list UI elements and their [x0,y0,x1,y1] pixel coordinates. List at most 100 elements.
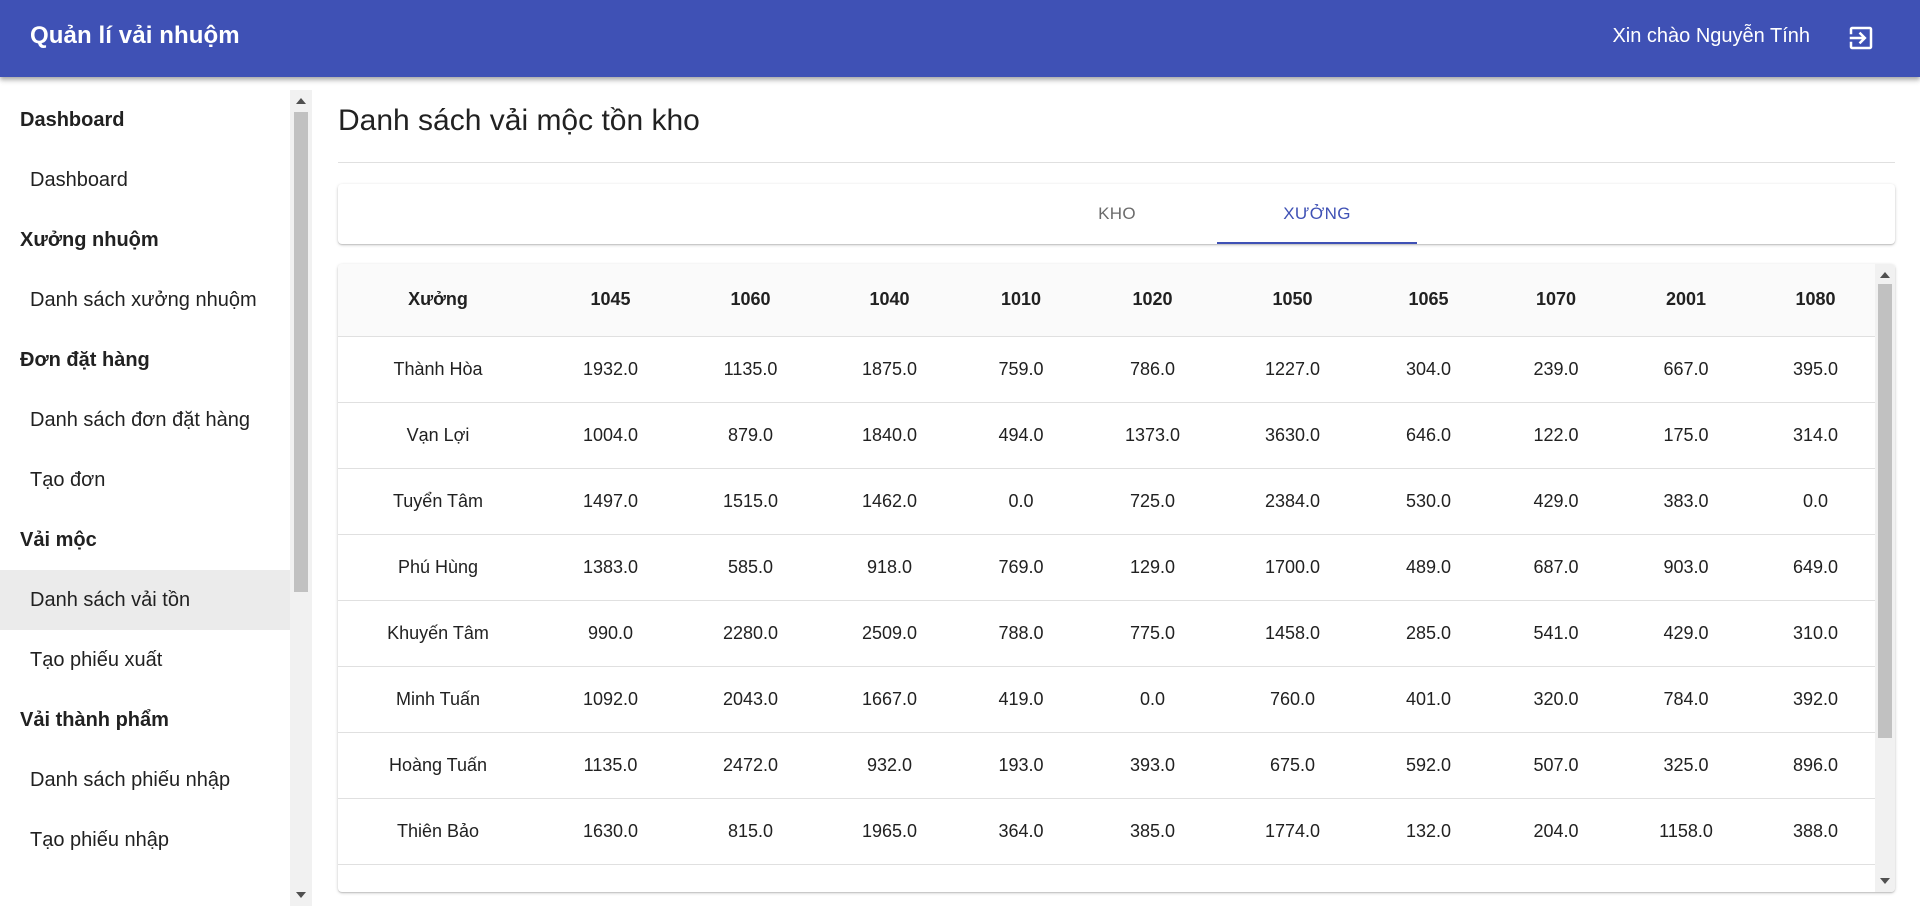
quantity-cell: 1135.0 [538,732,683,799]
scroll-up-icon[interactable] [296,98,306,104]
quantity-cell: 769.0 [961,534,1081,601]
scrollbar-thumb[interactable] [1878,284,1892,738]
quantity-cell: 2043.0 [683,666,818,733]
table-header-row: Xưởng 1045 1060 1040 1010 1020 1050 1065 1070 200… [338,264,1875,337]
sidebar-item[interactable]: Tạo đơn [0,450,290,510]
table-body: Thành Hòa 1932.0 1135.0 1875.0 759.0 786.0 122… [338,336,1875,865]
table-row: Thiên Bảo 1630.0 815.0 1965.0 364.0 385.0 1774… [338,798,1875,865]
quantity-cell: 285.0 [1361,600,1496,667]
quantity-cell: 1373.0 [1081,402,1224,469]
quantity-cell: 530.0 [1361,468,1496,535]
page-title: Danh sách vải mộc tồn kho [338,104,700,137]
quantity-cell: 507.0 [1496,732,1616,799]
sidebar-scrollbar[interactable] [290,90,312,906]
column-header-xuong[interactable]: Xưởng [338,264,538,337]
sidebar-group-heading: Đơn đặt hàng [20,348,150,371]
workshop-name-cell: Vạn Lợi [338,402,538,469]
quantity-cell: 393.0 [1081,732,1224,799]
app-bar: Quản lí vải nhuộm Xin chào Nguyễn Tính [0,0,1920,77]
quantity-cell: 775.0 [1081,600,1224,667]
sidebar-item[interactable]: Danh sách vải tồn [0,570,290,630]
quantity-cell: 879.0 [683,402,818,469]
table-row: Minh Tuấn 1092.0 2043.0 1667.0 419.0 0.0 760.0… [338,666,1875,733]
quantity-cell: 1932.0 [538,336,683,403]
sidebar-item[interactable]: Danh sách xưởng nhuộm [0,270,290,330]
main-content: Danh sách vải mộc tồn kho KHO XƯỞNG Xưởn… [337,90,1895,906]
column-header[interactable]: 1050 [1224,264,1361,337]
quantity-cell: 585.0 [683,534,818,601]
column-header[interactable]: 1020 [1081,264,1224,337]
quantity-cell: 896.0 [1756,732,1875,799]
quantity-cell: 129.0 [1081,534,1224,601]
sidebar-group-heading: Xưởng nhuộm [20,228,159,251]
quantity-cell: 494.0 [961,402,1081,469]
quantity-cell: 667.0 [1616,336,1756,403]
sidebar-item[interactable]: Dashboard [0,150,290,210]
quantity-cell: 239.0 [1496,336,1616,403]
quantity-cell: 932.0 [818,732,961,799]
quantity-cell: 1840.0 [818,402,961,469]
quantity-cell: 314.0 [1756,402,1875,469]
sidebar-group-heading: Vải thành phẩm [20,708,169,731]
sidebar-group-heading: Dashboard [20,108,125,131]
quantity-cell: 725.0 [1081,468,1224,535]
tab-bar: KHO XƯỞNG [338,184,1895,244]
quantity-cell: 304.0 [1361,336,1496,403]
app-title: Quản lí vải nhuộm [30,22,240,49]
quantity-cell: 325.0 [1616,732,1756,799]
quantity-cell: 385.0 [1081,798,1224,865]
quantity-cell: 649.0 [1756,534,1875,601]
tab-kho[interactable]: KHO [1017,184,1217,244]
workshop-name-cell: Hoàng Tuấn [338,732,538,799]
scrollbar-thumb[interactable] [294,112,308,592]
table-header: Xưởng 1045 1060 1040 1010 1020 1050 1065 1070 200… [338,264,1875,337]
quantity-cell: 784.0 [1616,666,1756,733]
quantity-cell: 0.0 [961,468,1081,535]
quantity-cell: 193.0 [961,732,1081,799]
sidebar-item[interactable]: Danh sách đơn đặt hàng [0,390,290,450]
inventory-table-card: Xưởng 1045 1060 1040 1010 1020 1050 1065 1070 200… [338,264,1895,892]
quantity-cell: 1462.0 [818,468,961,535]
quantity-cell: 1700.0 [1224,534,1361,601]
sidebar-item[interactable]: Tạo phiếu xuất [0,630,290,690]
logout-icon[interactable] [1846,23,1876,53]
quantity-cell: 392.0 [1756,666,1875,733]
quantity-cell: 788.0 [961,600,1081,667]
table-row: Khuyến Tâm 990.0 2280.0 2509.0 788.0 775.0 145… [338,600,1875,667]
column-header[interactable]: 1060 [683,264,818,337]
column-header[interactable]: 1080 [1756,264,1875,337]
tab-xuong[interactable]: XƯỞNG [1217,184,1417,244]
quantity-cell: 0.0 [1756,468,1875,535]
quantity-cell: 592.0 [1361,732,1496,799]
sidebar-item[interactable]: Tạo phiếu nhập [0,810,290,870]
quantity-cell: 489.0 [1361,534,1496,601]
column-header[interactable]: 1040 [818,264,961,337]
table-row: Tuyển Tâm 1497.0 1515.0 1462.0 0.0 725.0 2384.… [338,468,1875,535]
scroll-up-icon[interactable] [1880,272,1890,278]
column-header[interactable]: 1045 [538,264,683,337]
quantity-cell: 687.0 [1496,534,1616,601]
column-header[interactable]: 2001 [1616,264,1756,337]
quantity-cell: 3630.0 [1224,402,1361,469]
quantity-cell: 204.0 [1496,798,1616,865]
quantity-cell: 401.0 [1361,666,1496,733]
quantity-cell: 759.0 [961,336,1081,403]
quantity-cell: 1158.0 [1616,798,1756,865]
quantity-cell: 388.0 [1756,798,1875,865]
quantity-cell: 1774.0 [1224,798,1361,865]
column-header[interactable]: 1070 [1496,264,1616,337]
table-scrollbar[interactable] [1875,264,1895,892]
quantity-cell: 429.0 [1496,468,1616,535]
sidebar-item[interactable]: Danh sách phiếu nhập [0,750,290,810]
column-header[interactable]: 1010 [961,264,1081,337]
user-greeting: Xin chào Nguyễn Tính [1612,25,1810,47]
workshop-name-cell: Minh Tuấn [338,666,538,733]
scroll-down-icon[interactable] [1880,878,1890,884]
quantity-cell: 310.0 [1756,600,1875,667]
table-row: Phú Hùng 1383.0 585.0 918.0 769.0 129.0 1700.0… [338,534,1875,601]
column-header[interactable]: 1065 [1361,264,1496,337]
quantity-cell: 646.0 [1361,402,1496,469]
scroll-down-icon[interactable] [296,892,306,898]
quantity-cell: 364.0 [961,798,1081,865]
workshop-name-cell: Khuyến Tâm [338,600,538,667]
